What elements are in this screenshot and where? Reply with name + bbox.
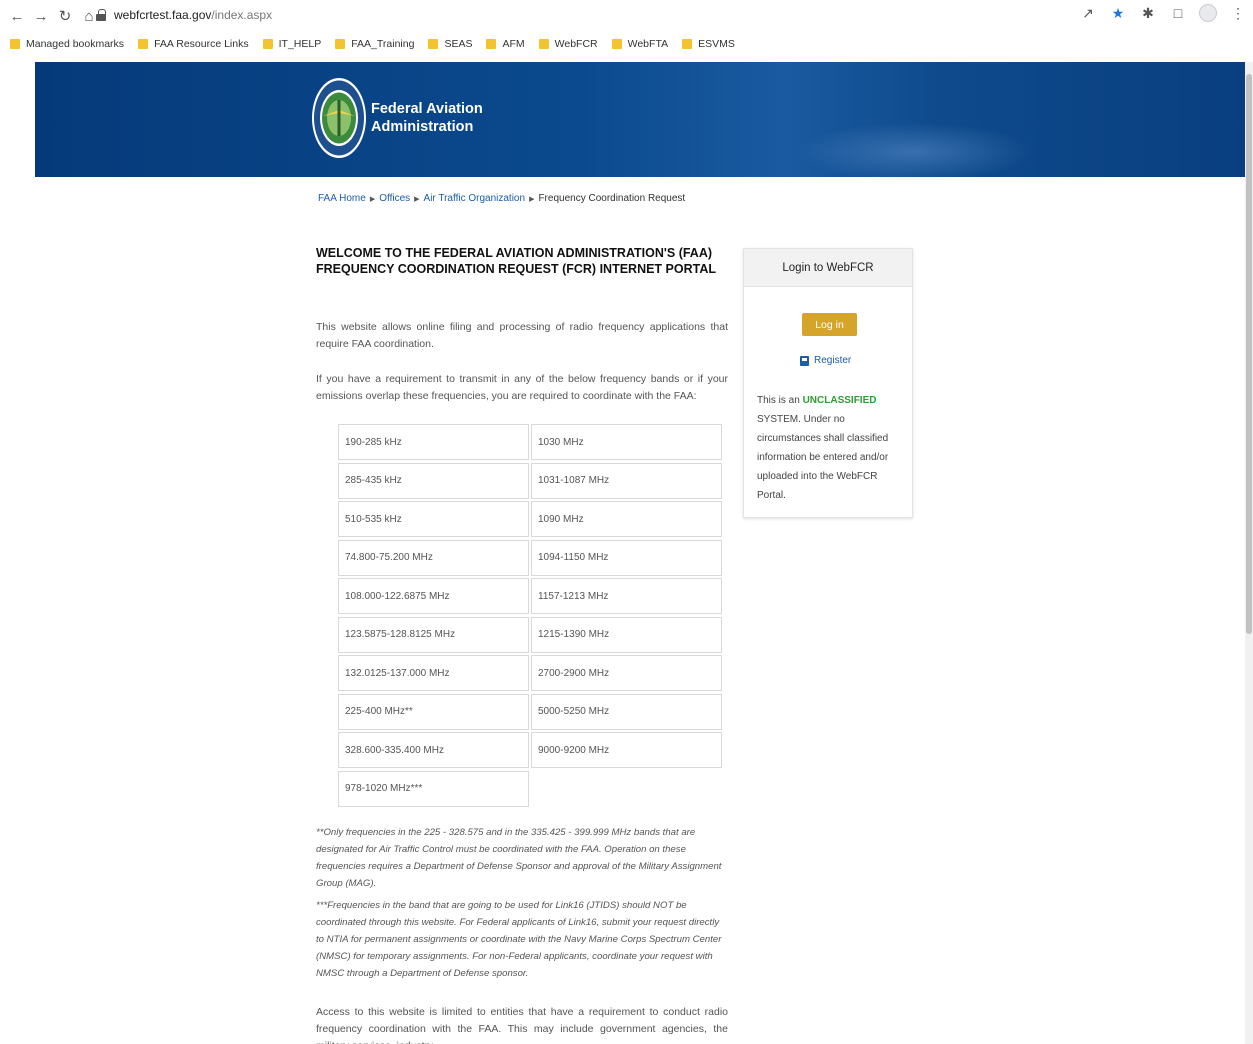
band-cell: 9000-9200 MHz: [531, 732, 722, 768]
login-button[interactable]: Log in: [802, 313, 857, 336]
folder-icon: [682, 39, 693, 49]
browser-toolbar: ← → ↻ ⌂ webfcrtest.faa.gov/index.aspx ↗ …: [0, 0, 1253, 32]
folder-icon: [10, 39, 20, 49]
breadcrumb-faa-home[interactable]: FAA Home: [318, 193, 366, 204]
band-cell: 132.0125-137.000 MHz: [338, 655, 529, 691]
bookmark-faa-resource-links[interactable]: FAA Resource Links: [138, 38, 249, 50]
login-panel-title: Login to WebFCR: [744, 249, 912, 287]
faa-seal-logo[interactable]: [311, 76, 367, 160]
extensions-icon[interactable]: ✱: [1139, 4, 1157, 22]
share-icon[interactable]: ↗: [1079, 4, 1097, 22]
bookmark-esvms[interactable]: ESVMS: [682, 38, 735, 50]
folder-icon: [262, 39, 273, 49]
reload-icon[interactable]: ↻: [54, 5, 76, 27]
requirement-text: If you have a requirement to transmit in…: [316, 373, 728, 402]
band-cell: 1157-1213 MHz: [531, 578, 722, 614]
folder-icon: [428, 39, 439, 49]
header-banner: Federal Aviation Administration: [35, 62, 1245, 182]
folder-icon: [611, 39, 622, 49]
lock-icon: [96, 9, 106, 21]
bookmark-it-help[interactable]: IT_HELP: [262, 38, 321, 50]
breadcrumb-separator-icon: ▶: [529, 195, 535, 203]
breadcrumb-current: Frequency Coordination Request: [538, 193, 686, 204]
bookmark-webfta[interactable]: WebFTA: [611, 38, 668, 50]
band-cell: 123.5875-128.8125 MHz: [338, 616, 529, 653]
band-cell: 978-1020 MHz***: [338, 770, 529, 807]
band-cell: 108.000-122.6875 MHz: [338, 578, 529, 614]
scrollbar-thumb[interactable]: [1246, 74, 1252, 634]
band-cell: 1090 MHz: [531, 501, 722, 537]
bookmark-webfcr[interactable]: WebFCR: [538, 38, 598, 50]
page-scrollbar[interactable]: [1245, 62, 1253, 1044]
url-host: webfcrtest.faa.gov: [114, 8, 212, 22]
bookmark-star-icon[interactable]: ★: [1109, 4, 1127, 22]
band-cell: 1031-1087 MHz: [531, 462, 722, 499]
bookmark-faa-training[interactable]: FAA_Training: [335, 38, 414, 50]
address-bar[interactable]: webfcrtest.faa.gov/index.aspx: [96, 4, 1096, 26]
folder-icon: [538, 39, 549, 49]
classification-notice: This is an UNCLASSIFIED SYSTEM. Under no…: [757, 395, 889, 501]
profile-avatar[interactable]: [1199, 4, 1217, 22]
footnote-link16: ***Frequencies in the band that are goin…: [316, 900, 722, 979]
breadcrumb-separator-icon: ▶: [414, 195, 420, 203]
bookmark-managed[interactable]: Managed bookmarks: [10, 38, 124, 50]
access-text: Access to this website is limited to ent…: [316, 1006, 728, 1044]
band-cell: 74.800-75.200 MHz: [338, 539, 529, 576]
folder-icon: [335, 39, 346, 49]
footnote-225-400: **Only frequencies in the 225 - 328.575 …: [316, 827, 722, 889]
folder-icon: [138, 39, 149, 49]
band-cell: 2700-2900 MHz: [531, 655, 722, 691]
url-path: /index.aspx: [211, 8, 273, 22]
register-icon: [800, 355, 809, 366]
breadcrumb-separator-icon: ▶: [369, 195, 376, 203]
page-title: WELCOME TO THE FEDERAL AVIATION ADMINIST…: [316, 246, 716, 276]
agency-title[interactable]: Federal Aviation Administration: [371, 100, 483, 136]
unclassified-label: UNCLASSIFIED: [802, 395, 877, 406]
back-arrow-icon[interactable]: ←: [6, 5, 28, 27]
band-cell: 5000-5250 MHz: [531, 693, 722, 730]
band-cell: 190-285 kHz: [338, 424, 529, 460]
folder-icon: [486, 39, 497, 49]
bookmark-afm[interactable]: AFM: [486, 38, 525, 50]
band-cell: 285-435 kHz: [338, 462, 529, 499]
breadcrumb: FAA Home ▶ Offices ▶ Air Traffic Organiz…: [318, 193, 685, 204]
register-link[interactable]: Register: [800, 355, 851, 366]
breadcrumb-offices[interactable]: Offices: [379, 193, 410, 204]
intro-text: This website allows online filing and pr…: [316, 321, 728, 350]
bookmarks-bar: Managed bookmarks FAA Resource Links IT_…: [0, 32, 1253, 56]
band-cell: 225-400 MHz**: [338, 693, 529, 730]
side-panel-icon[interactable]: □: [1169, 4, 1187, 22]
breadcrumb-ato[interactable]: Air Traffic Organization: [424, 193, 526, 204]
band-cell: 1094-1150 MHz: [531, 539, 722, 576]
band-cell: 510-535 kHz: [338, 501, 529, 537]
band-cell: 328.600-335.400 MHz: [338, 732, 529, 768]
bookmark-seas[interactable]: SEAS: [428, 38, 472, 50]
more-menu-icon[interactable]: ⋮: [1229, 4, 1247, 22]
login-panel: Login to WebFCR Log in Register This is …: [743, 248, 913, 518]
band-cell: 1030 MHz: [531, 424, 722, 460]
forward-arrow-icon[interactable]: →: [30, 5, 52, 27]
band-cell: 1215-1390 MHz: [531, 616, 722, 653]
